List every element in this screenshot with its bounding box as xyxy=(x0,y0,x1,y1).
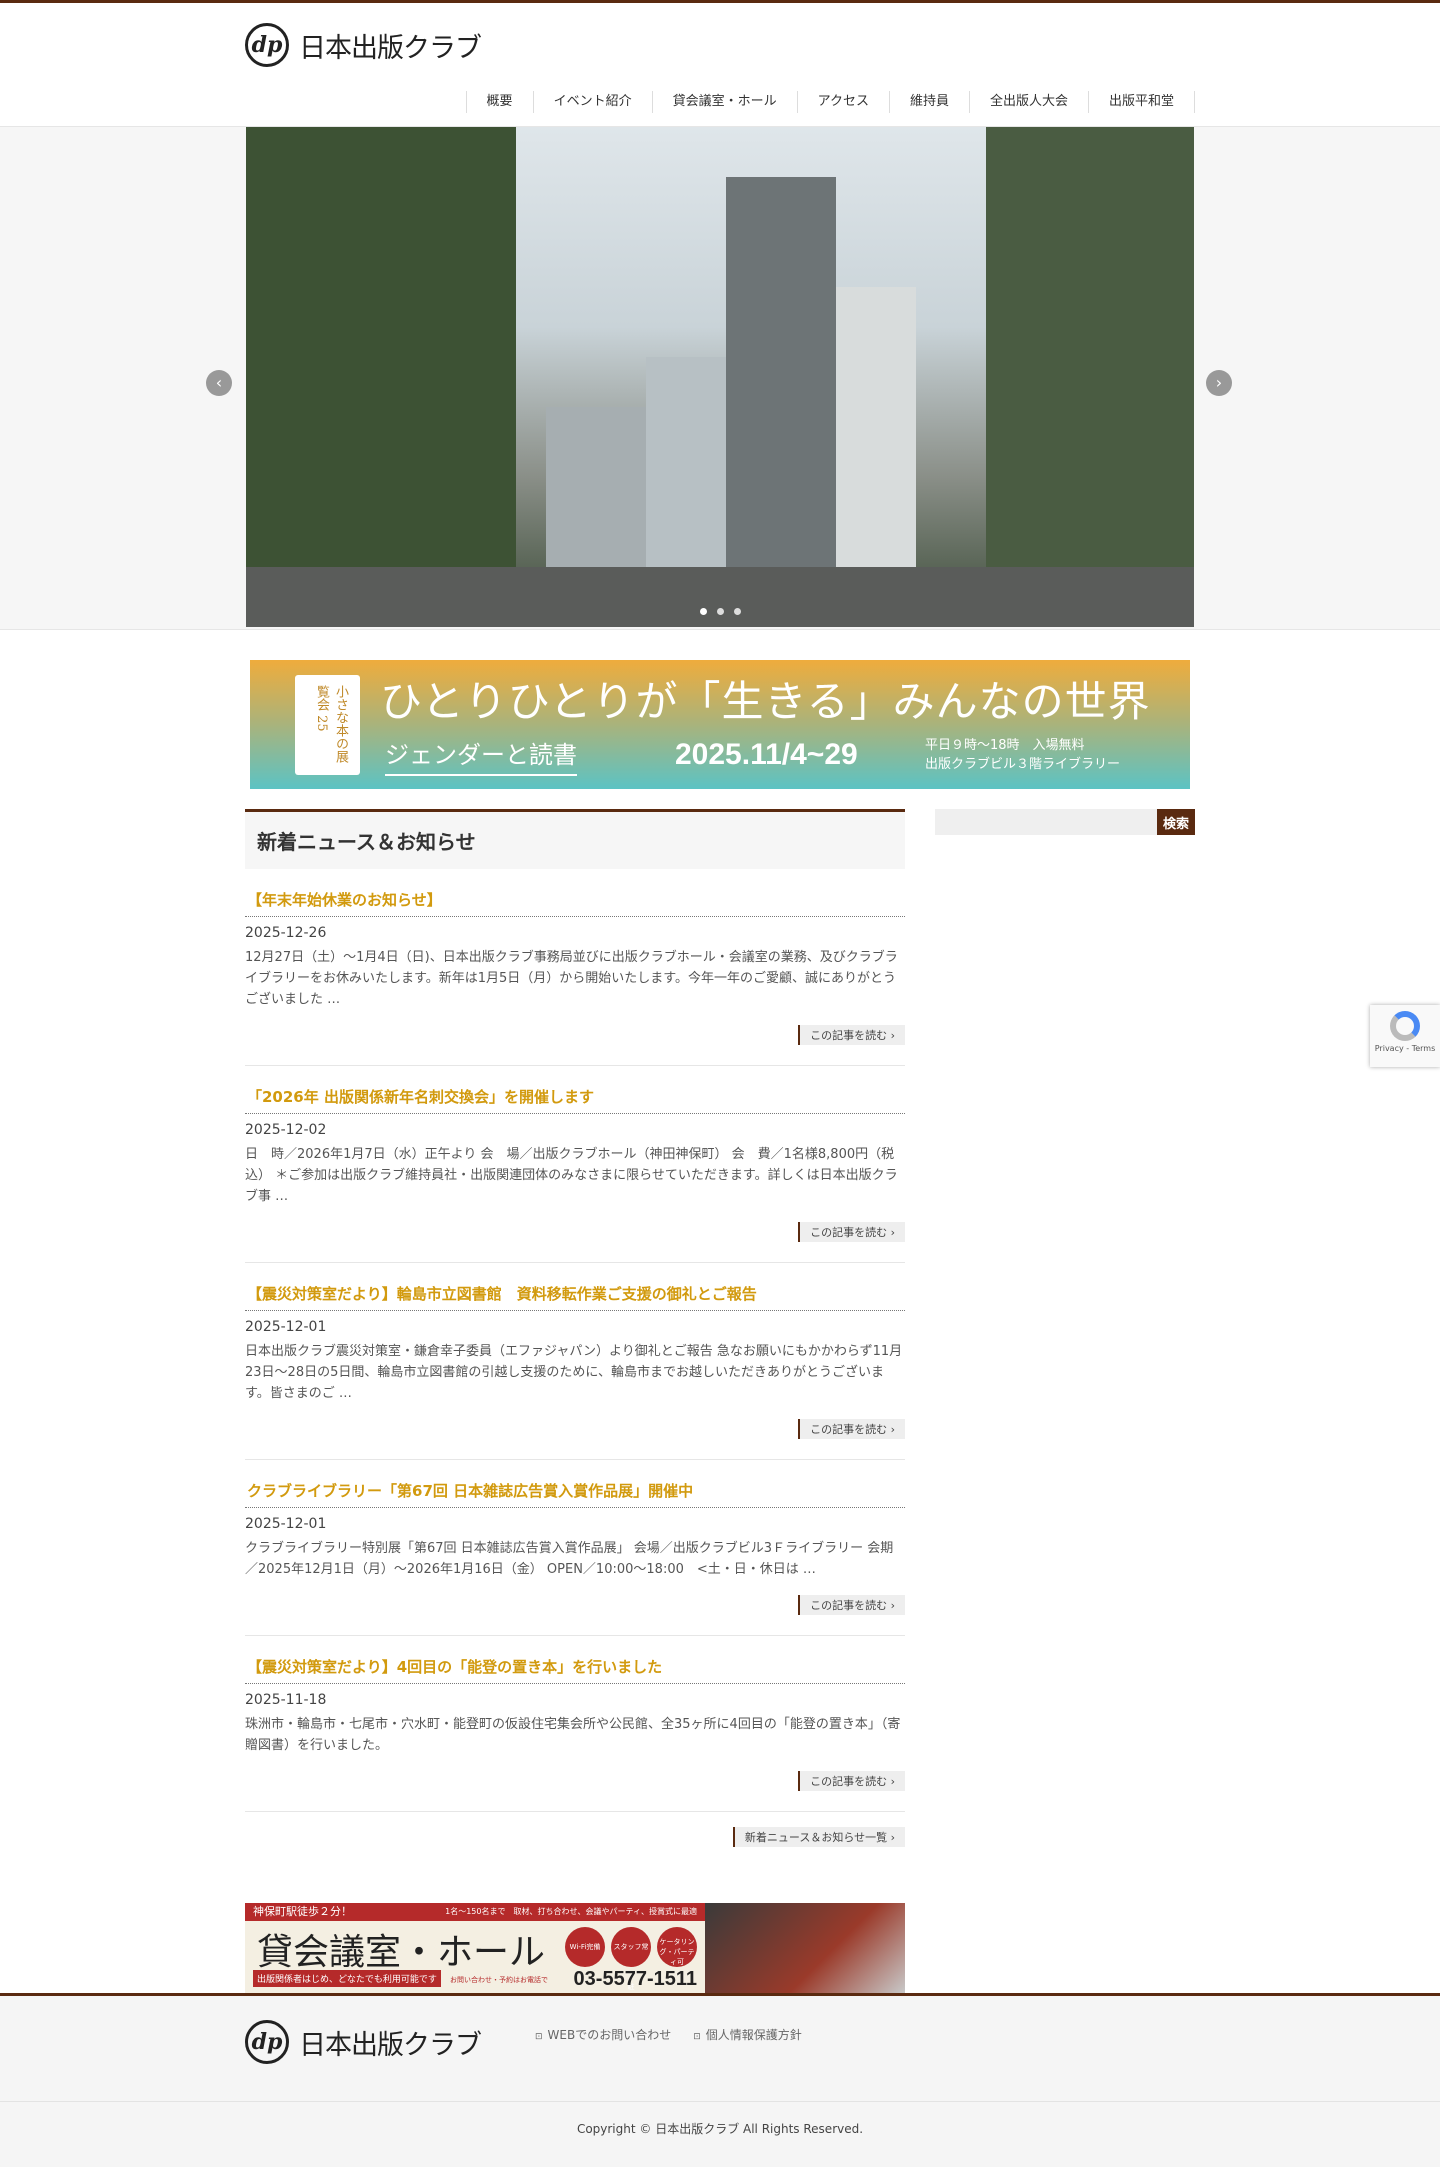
rental-badge: Wi-Fi完備 xyxy=(565,1927,605,1967)
site-header: dp 日本出版クラブ 概要 イベント紹介 貸会議室・ホール アクセス 維持員 全… xyxy=(0,3,1440,127)
copyright: Copyright © 日本出版クラブ All Rights Reserved. xyxy=(0,2101,1440,2137)
read-more-button[interactable]: この記事を読む › xyxy=(798,1419,905,1439)
news-item: 「2026年 出版関係新年名刺交換会」を開催します 2025-12-02 日 時… xyxy=(245,1066,905,1263)
main-nav: 概要 イベント紹介 貸会議室・ホール アクセス 維持員 全出版人大会 出版平和堂 xyxy=(465,91,1195,113)
slider-dot[interactable] xyxy=(733,608,741,615)
site-logo[interactable]: dp 日本出版クラブ xyxy=(245,23,482,67)
banner-date: 2025.11/4~29 xyxy=(675,738,858,771)
banner-info: 平日９時～18時 入場無料出版クラブビル３階ライブラリー xyxy=(925,736,1120,774)
recaptcha-links[interactable]: Privacy - Terms xyxy=(1370,1044,1440,1053)
slider-dots xyxy=(246,600,1194,619)
slider-next-arrow-icon[interactable]: › xyxy=(1206,370,1232,396)
nav-members[interactable]: 維持員 xyxy=(890,91,970,113)
news-item-title[interactable]: 【震災対策室だより】輪島市立図書館 資料移転作業ご支援の御礼とご報告 xyxy=(245,1283,905,1311)
read-more-button[interactable]: この記事を読む › xyxy=(798,1025,905,1045)
sidebar: 検索 xyxy=(935,809,1195,1993)
search-form: 検索 xyxy=(935,809,1195,835)
book-icon: 小さな本の展覧会 25 xyxy=(295,675,360,775)
nav-rental-rooms[interactable]: 貸会議室・ホール xyxy=(653,91,798,113)
recaptcha-icon xyxy=(1390,1011,1420,1041)
recaptcha-badge[interactable]: Privacy - Terms xyxy=(1370,1005,1440,1067)
footer-link-label: 個人情報保護方針 xyxy=(705,2028,802,2042)
book-number: 25 xyxy=(314,715,329,732)
nav-peace-hall[interactable]: 出版平和堂 xyxy=(1089,91,1195,113)
footer-logo-text: 日本出版クラブ xyxy=(299,2029,482,2061)
news-section-title: 新着ニュース＆お知らせ xyxy=(245,809,905,869)
news-item: 【年末年始休業のお知らせ】 2025-12-26 12月27日（土）～1月4日（… xyxy=(245,869,905,1066)
footer-link-contact[interactable]: ⊡ WEBでのお問い合わせ xyxy=(535,2026,671,2043)
read-more-button[interactable]: この記事を読む › xyxy=(798,1595,905,1615)
footer-logo[interactable]: dp 日本出版クラブ xyxy=(245,2020,482,2064)
read-more-button[interactable]: この記事を読む › xyxy=(798,1222,905,1242)
news-item-date: 2025-12-26 xyxy=(245,925,327,941)
news-item-excerpt: 日 時／2026年1月7日（水）正午より 会 場／出版クラブホール（神田神保町）… xyxy=(245,1147,898,1204)
rental-station: 神保町駅徒歩２分！ xyxy=(253,1905,352,1918)
news-item: クラブライブラリー「第67回 日本雑誌広告賞入賞作品展」開催中 2025-12-… xyxy=(245,1460,905,1636)
hero-slider: ‹ › xyxy=(0,127,1440,630)
rental-badge: ケータリング・パーティ可 xyxy=(657,1927,697,1967)
nav-events[interactable]: イベント紹介 xyxy=(534,91,653,113)
rental-tel: 03-5577-1511 xyxy=(573,1968,697,1990)
rental-capacity: 1名～150名まで 取材、打ち合わせ、会議やパーティ、授賞式に最適 xyxy=(445,1907,697,1916)
news-item-title[interactable]: 【震災対策室だより】4回目の「能登の置き本」を行いました xyxy=(245,1656,905,1684)
footer-link-privacy[interactable]: ⊡ 個人情報保護方針 xyxy=(693,2026,802,2043)
news-item-title[interactable]: 「2026年 出版関係新年名刺交換会」を開催します xyxy=(245,1086,905,1114)
banner-headline: ひとりひとりが「生きる」みんなの世界 xyxy=(380,677,1151,726)
link-arrow-icon: ⊡ xyxy=(693,2032,701,2042)
exhibition-banner[interactable]: 小さな本の展覧会 25 ひとりひとりが「生きる」みんなの世界 ジェンダーと読書 … xyxy=(250,660,1190,789)
news-item-excerpt: 12月27日（土）～1月4日（日)、日本出版クラブ事務局並びに出版クラブホール・… xyxy=(245,950,898,1007)
rental-tag: 出版関係者はじめ、どなたでも利用可能です xyxy=(253,1970,441,1987)
read-more-button[interactable]: この記事を読む › xyxy=(798,1771,905,1791)
news-item-date: 2025-12-02 xyxy=(245,1122,327,1138)
footer-link-label: WEBでのお問い合わせ xyxy=(547,2028,672,2042)
rental-badge: スタッフ常駐 xyxy=(611,1927,651,1991)
hero-image-building xyxy=(246,127,1194,627)
search-button[interactable]: 検索 xyxy=(1157,809,1195,835)
hall-photo xyxy=(705,1903,905,1993)
banner-hours: 平日９時～18時 入場無料 xyxy=(925,738,1085,753)
rental-tel-label: お問い合わせ・予約はお電話で xyxy=(450,1976,548,1984)
nav-access[interactable]: アクセス xyxy=(798,91,890,113)
news-list-link[interactable]: 新着ニュース＆お知らせ一覧 › xyxy=(732,1827,905,1847)
slider-prev-arrow-icon[interactable]: ‹ xyxy=(206,370,232,396)
news-item-date: 2025-11-18 xyxy=(245,1692,327,1708)
building-illustration xyxy=(246,127,1194,627)
logo-mark-icon: dp xyxy=(245,2020,289,2064)
slider-dot[interactable] xyxy=(716,608,724,615)
nav-overview[interactable]: 概要 xyxy=(467,91,534,113)
slider-dot[interactable] xyxy=(699,608,707,615)
news-item-date: 2025-12-01 xyxy=(245,1319,327,1335)
nav-convention[interactable]: 全出版人大会 xyxy=(970,91,1089,113)
site-footer: dp 日本出版クラブ ⊡ WEBでのお問い合わせ ⊡ 個人情報保護方針 Copyri… xyxy=(0,1993,1440,2167)
banner-venue: 出版クラブビル３階ライブラリー xyxy=(925,757,1121,772)
logo-mark-icon: dp xyxy=(245,23,289,67)
logo-text: 日本出版クラブ xyxy=(299,32,482,64)
news-item-excerpt: クラブライブラリー特別展「第67回 日本雑誌広告賞入賞作品展」 会場／出版クラブ… xyxy=(245,1541,894,1577)
news-item-title[interactable]: クラブライブラリー「第67回 日本雑誌広告賞入賞作品展」開催中 xyxy=(245,1480,905,1508)
news-item: 【震災対策室だより】4回目の「能登の置き本」を行いました 2025-11-18 … xyxy=(245,1636,905,1812)
banner-subtitle: ジェンダーと読書 xyxy=(385,735,577,776)
search-input[interactable] xyxy=(935,809,1157,835)
news-item-excerpt: 日本出版クラブ震災対策室・鎌倉幸子委員（エファジャパン）より御礼とご報告 急なお… xyxy=(245,1344,903,1401)
link-arrow-icon: ⊡ xyxy=(535,2032,543,2042)
news-item-title[interactable]: 【年末年始休業のお知らせ】 xyxy=(245,889,905,917)
news-item-excerpt: 珠洲市・輪島市・七尾市・穴水町・能登町の仮設住宅集会所や公民館、全35ヶ所に4回… xyxy=(245,1717,901,1753)
news-section: 新着ニュース＆お知らせ 【年末年始休業のお知らせ】 2025-12-26 12月… xyxy=(245,809,905,1993)
news-item-date: 2025-12-01 xyxy=(245,1516,327,1532)
news-item: 【震災対策室だより】輪島市立図書館 資料移転作業ご支援の御礼とご報告 2025-… xyxy=(245,1263,905,1460)
rental-hall-banner[interactable]: 神保町駅徒歩２分！ 1名～150名まで 取材、打ち合わせ、会議やパーティ、授賞式に… xyxy=(245,1903,905,1993)
